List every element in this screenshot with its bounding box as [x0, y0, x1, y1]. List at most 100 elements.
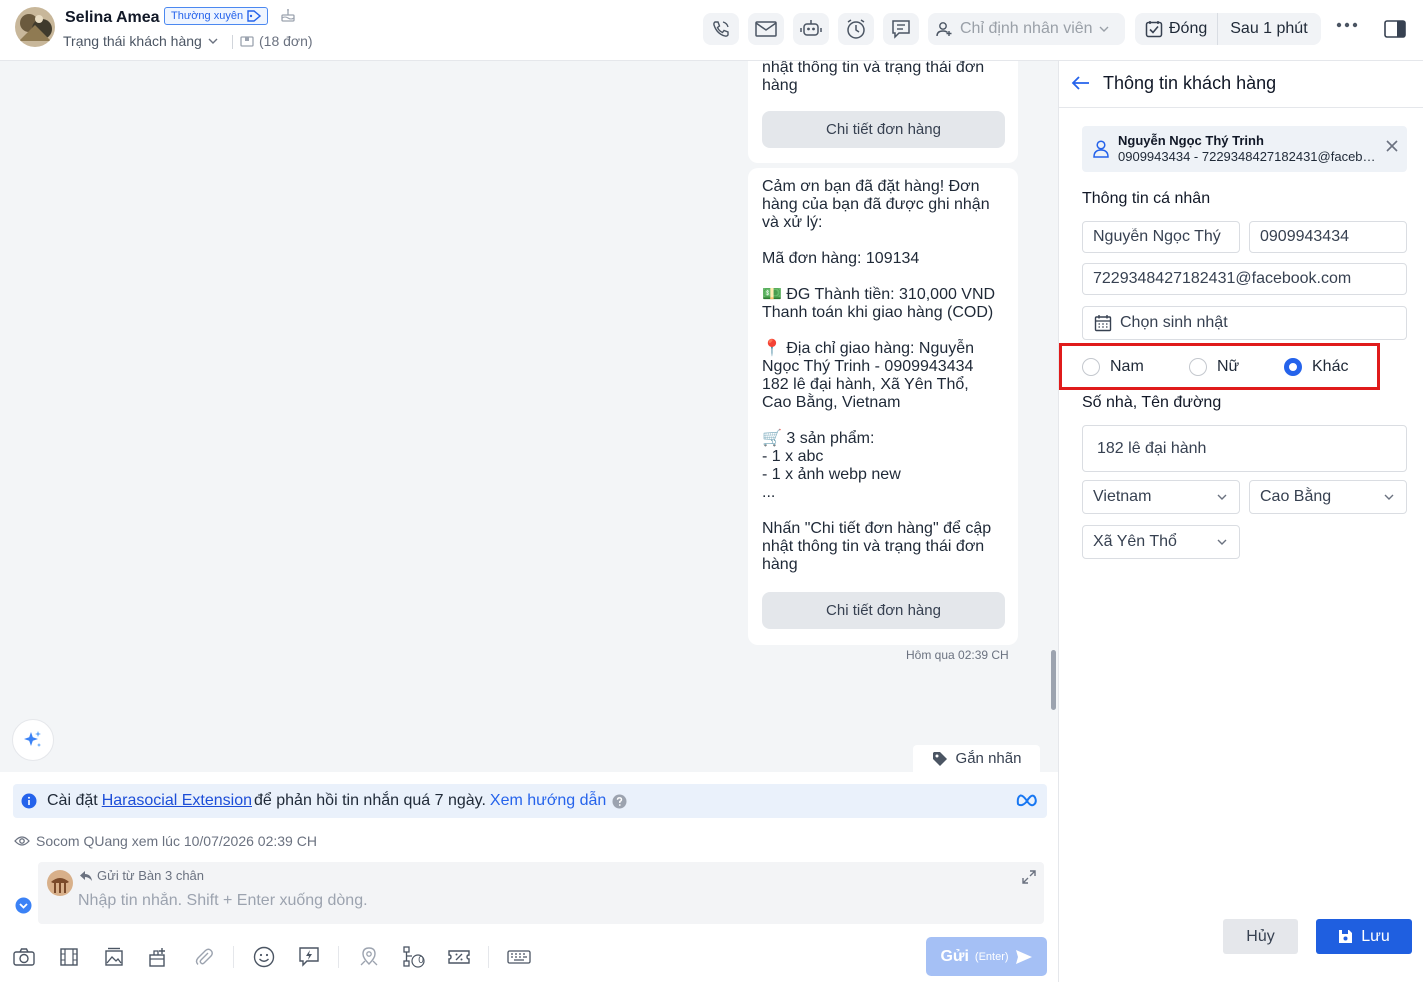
chevron-down-icon	[208, 38, 218, 44]
note-button[interactable]	[883, 13, 919, 45]
personal-info-title: Thông tin cá nhân	[1082, 190, 1211, 207]
seen-status: Socom QUang xem lúc 10/07/2026 02:39 CH	[14, 833, 317, 849]
call-button[interactable]	[703, 13, 739, 45]
composer-area: Cài đặt Harasocial Extension để phản hồi…	[0, 772, 1058, 982]
assign-staff-select[interactable]: Chỉ định nhân viên	[928, 13, 1125, 45]
radio-other[interactable]	[1284, 358, 1302, 376]
order-wallet-icon	[240, 35, 254, 47]
extension-info-bar: Cài đặt Harasocial Extension để phản hồi…	[13, 784, 1047, 818]
help-icon[interactable]	[612, 794, 627, 809]
street-address-field[interactable]: 182 lê đại hành	[1082, 425, 1407, 472]
snooze-button[interactable]: Sau 1 phút	[1218, 20, 1319, 38]
close-conversation-button[interactable]: Đóng	[1135, 13, 1219, 45]
expand-icon[interactable]	[1022, 870, 1036, 884]
close-icon[interactable]	[1386, 140, 1398, 152]
more-options-icon[interactable]	[1336, 22, 1358, 28]
toggle-side-panel-icon[interactable]	[1384, 20, 1406, 38]
order-count-label: (18 đơn)	[259, 33, 313, 49]
message-input[interactable]	[78, 892, 978, 910]
sent-from[interactable]: Gửi từ Bàn 3 chân	[79, 868, 204, 883]
name-field[interactable]	[1082, 221, 1240, 253]
country-select[interactable]: Vietnam	[1082, 480, 1240, 514]
birthday-placeholder: Chọn sinh nhật	[1120, 314, 1228, 331]
save-button[interactable]: Lưu	[1316, 919, 1412, 954]
header-divider	[232, 35, 233, 49]
eye-icon	[14, 835, 30, 847]
customer-tag-label: Thường xuyên	[171, 10, 244, 22]
ward-select[interactable]: Xã Yên Thổ	[1082, 525, 1240, 559]
chat-area: nhật thông tin và trạng thái đơn hàng Ch…	[0, 61, 1058, 772]
order-detail-button[interactable]: Chi tiết đơn hàng	[762, 592, 1005, 629]
tag-icon	[247, 10, 262, 22]
gender-option-other[interactable]: Khác	[1284, 358, 1348, 376]
cancel-button[interactable]: Hủy	[1223, 919, 1298, 954]
save-label: Lưu	[1361, 927, 1390, 945]
chevron-down-icon	[1217, 539, 1227, 545]
reply-arrow-icon	[79, 870, 93, 882]
email-field[interactable]	[1082, 263, 1407, 295]
message-text: Cảm ơn bạn đã đặt hàng! Đơn hàng của bạn…	[762, 178, 996, 573]
add-label-button[interactable]: Gắn nhãn	[913, 745, 1040, 772]
order-detail-button[interactable]: Chi tiết đơn hàng	[762, 111, 1005, 148]
email-button[interactable]	[748, 13, 784, 45]
keyboard-icon[interactable]	[507, 945, 531, 969]
radio-male[interactable]	[1082, 358, 1100, 376]
message-bubble: nhật thông tin và trạng thái đơn hàng Ch…	[748, 61, 1018, 163]
message-text: nhật thông tin và trạng thái đơn hàng	[762, 61, 985, 94]
sparkle-icon	[22, 729, 44, 751]
country-value: Vietnam	[1093, 488, 1152, 505]
address-title: Số nhà, Tên đường	[1082, 394, 1222, 411]
assign-staff-placeholder: Chỉ định nhân viên	[960, 20, 1093, 37]
order-count[interactable]: (18 đơn)	[240, 33, 313, 49]
customer-avatar[interactable]	[15, 7, 55, 47]
gender-label-female: Nữ	[1217, 358, 1240, 375]
channel-select-icon[interactable]	[15, 897, 32, 914]
province-select[interactable]: Cao Bằng	[1249, 480, 1407, 514]
gender-option-male[interactable]: Nam	[1082, 358, 1144, 376]
add-label-text: Gắn nhãn	[955, 750, 1022, 767]
ai-assistant-button[interactable]	[12, 719, 54, 761]
phone-icon	[711, 19, 731, 39]
note-icon	[891, 19, 911, 39]
composer-toolbar: 0	[12, 945, 552, 969]
tag-icon	[932, 751, 948, 767]
extension-link[interactable]: Harasocial Extension	[102, 792, 252, 810]
chatbot-button[interactable]	[793, 13, 829, 45]
message-timestamp: Hôm qua 02:39 CH	[906, 648, 1009, 662]
quick-reply-icon[interactable]	[297, 945, 321, 969]
info-middle: để phản hồi tin nhắn quá 7 ngày.	[254, 792, 486, 809]
emoji-icon[interactable]	[252, 945, 276, 969]
toolbar-divider	[233, 946, 234, 968]
back-arrow-icon[interactable]	[1071, 75, 1091, 91]
location-icon[interactable]	[357, 945, 381, 969]
meta-logo-icon	[1015, 793, 1039, 807]
birthday-picker[interactable]: Chọn sinh nhật	[1082, 306, 1407, 340]
customer-tag-badge[interactable]: Thường xuyên	[164, 7, 269, 25]
gender-option-female[interactable]: Nữ	[1189, 358, 1239, 376]
paperclip-icon[interactable]	[192, 945, 216, 969]
radio-female[interactable]	[1189, 358, 1207, 376]
seen-status-text: Socom QUang xem lúc 10/07/2026 02:39 CH	[36, 833, 317, 849]
gender-label-other: Khác	[1312, 358, 1349, 375]
image-icon[interactable]	[102, 945, 126, 969]
voucher-icon[interactable]	[447, 945, 471, 969]
send-button[interactable]: Gửi (Enter)	[926, 937, 1047, 976]
customer-name[interactable]: Selina Amea	[65, 9, 160, 27]
assign-user-icon	[936, 21, 954, 37]
close-conversation-group: Đóng Sau 1 phút	[1135, 13, 1321, 45]
video-icon[interactable]	[57, 945, 81, 969]
info-prefix: Cài đặt	[47, 792, 98, 809]
workflow-icon[interactable]: 0	[402, 945, 426, 969]
panel-header: Thông tin khách hàng	[1059, 61, 1423, 108]
close-label: Đóng	[1169, 20, 1208, 37]
customer-status-select[interactable]: Trạng thái khách hàng	[63, 33, 218, 49]
chat-scrollbar[interactable]	[1051, 650, 1056, 710]
linked-customer-card[interactable]: Nguyễn Ngọc Thý Trinh 0909943434 - 72293…	[1082, 126, 1407, 172]
reminder-button[interactable]	[838, 13, 874, 45]
customer-status-label: Trạng thái khách hàng	[63, 33, 202, 49]
camera-icon[interactable]	[12, 945, 36, 969]
product-box-icon[interactable]	[147, 945, 171, 969]
gender-label-male: Nam	[1110, 358, 1144, 375]
guide-link[interactable]: Xem hướng dẫn	[490, 792, 606, 810]
phone-field[interactable]	[1249, 221, 1407, 253]
